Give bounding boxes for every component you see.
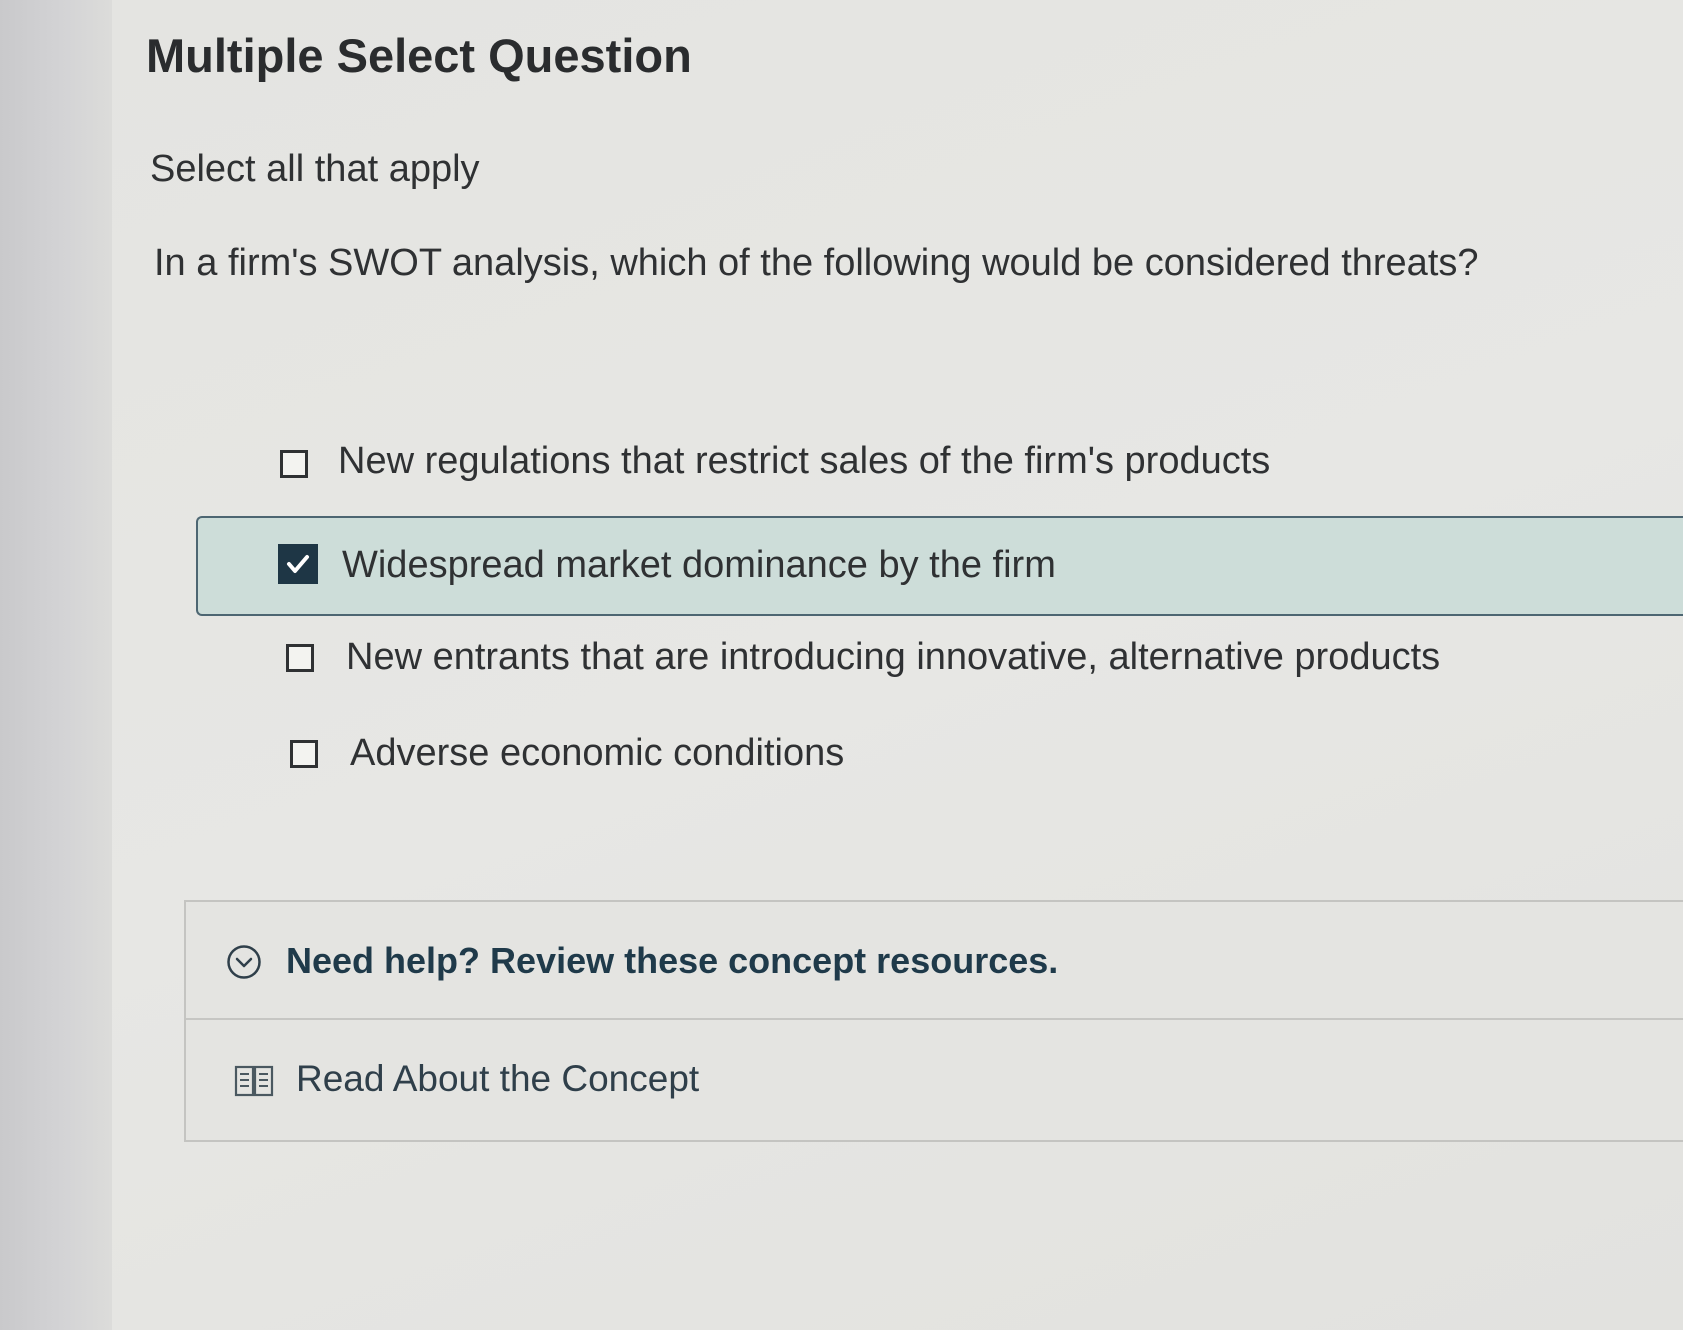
- concept-resources-panel: Need help? Review these concept resource…: [184, 900, 1683, 1142]
- answer-option-1[interactable]: New regulations that restrict sales of t…: [0, 420, 1683, 516]
- answer-option-4[interactable]: Adverse economic conditions: [0, 708, 1683, 804]
- answer-option-label: Adverse economic conditions: [350, 732, 845, 774]
- read-about-concept-link[interactable]: Read About the Concept: [296, 1058, 699, 1100]
- answer-option-3[interactable]: New entrants that are introducing innova…: [0, 612, 1683, 708]
- checkbox-checked[interactable]: [278, 544, 318, 584]
- checkbox-unchecked[interactable]: [280, 450, 308, 478]
- checkbox-unchecked[interactable]: [290, 740, 318, 768]
- answer-option-label: New entrants that are introducing innova…: [346, 636, 1441, 678]
- question-type-title: Multiple Select Question: [146, 29, 692, 82]
- question-prompt: In a firm's SWOT analysis, which of the …: [154, 242, 1479, 284]
- chevron-circle-icon: [227, 945, 261, 979]
- answer-option-2[interactable]: Widespread market dominance by the firm: [196, 516, 1683, 616]
- instruction-text: Select all that apply: [150, 148, 480, 190]
- book-icon: [234, 1065, 274, 1097]
- concept-resources-heading: Need help? Review these concept resource…: [286, 940, 1059, 981]
- answer-option-label: New regulations that restrict sales of t…: [338, 440, 1271, 482]
- checkmark-icon: [287, 555, 309, 573]
- answer-option-label: Widespread market dominance by the firm: [342, 544, 1056, 586]
- checkbox-unchecked[interactable]: [286, 644, 314, 672]
- concept-resources-toggle[interactable]: Need help? Review these concept resource…: [186, 902, 1683, 1020]
